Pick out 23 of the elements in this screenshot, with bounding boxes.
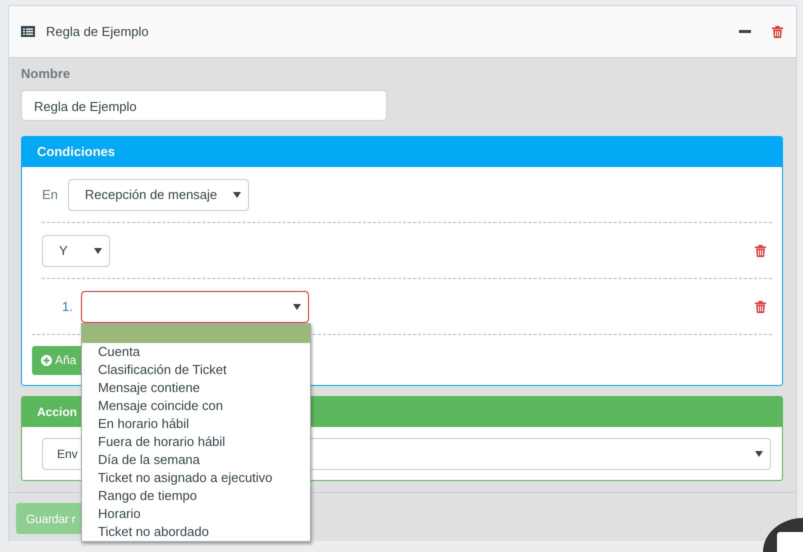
caret-icon (232, 192, 241, 198)
panel-title: Condiciones (22, 137, 782, 167)
dropdown-option[interactable]: Mensaje contiene (82, 378, 310, 396)
card-title: Regla de Ejemplo (46, 24, 149, 39)
condition-select[interactable] (81, 290, 309, 322)
name-field[interactable]: Regla de Ejemplo (21, 90, 387, 121)
caret-icon (293, 304, 301, 310)
trigger-label: En (42, 187, 58, 202)
delete-icon[interactable] (755, 300, 766, 312)
delete-icon[interactable] (772, 26, 783, 38)
caret-icon (755, 451, 763, 457)
caret-icon (94, 248, 102, 254)
plus-icon (41, 354, 52, 366)
delete-icon[interactable] (755, 244, 766, 256)
row-number: 1. (62, 299, 74, 314)
trigger-select[interactable]: Recepción de mensaje (68, 178, 249, 210)
dropdown-option[interactable]: Día de la semana (82, 450, 310, 468)
dropdown-option[interactable]: Mensaje coincide con (82, 396, 310, 414)
operator-select[interactable]: Y (42, 234, 110, 266)
dropdown-option[interactable]: Rango de tiempo (82, 486, 310, 504)
field-label: Nombre (21, 66, 72, 82)
list-icon (21, 26, 35, 37)
dropdown-option[interactable]: Ticket no asignado a ejecutivo (82, 468, 310, 486)
